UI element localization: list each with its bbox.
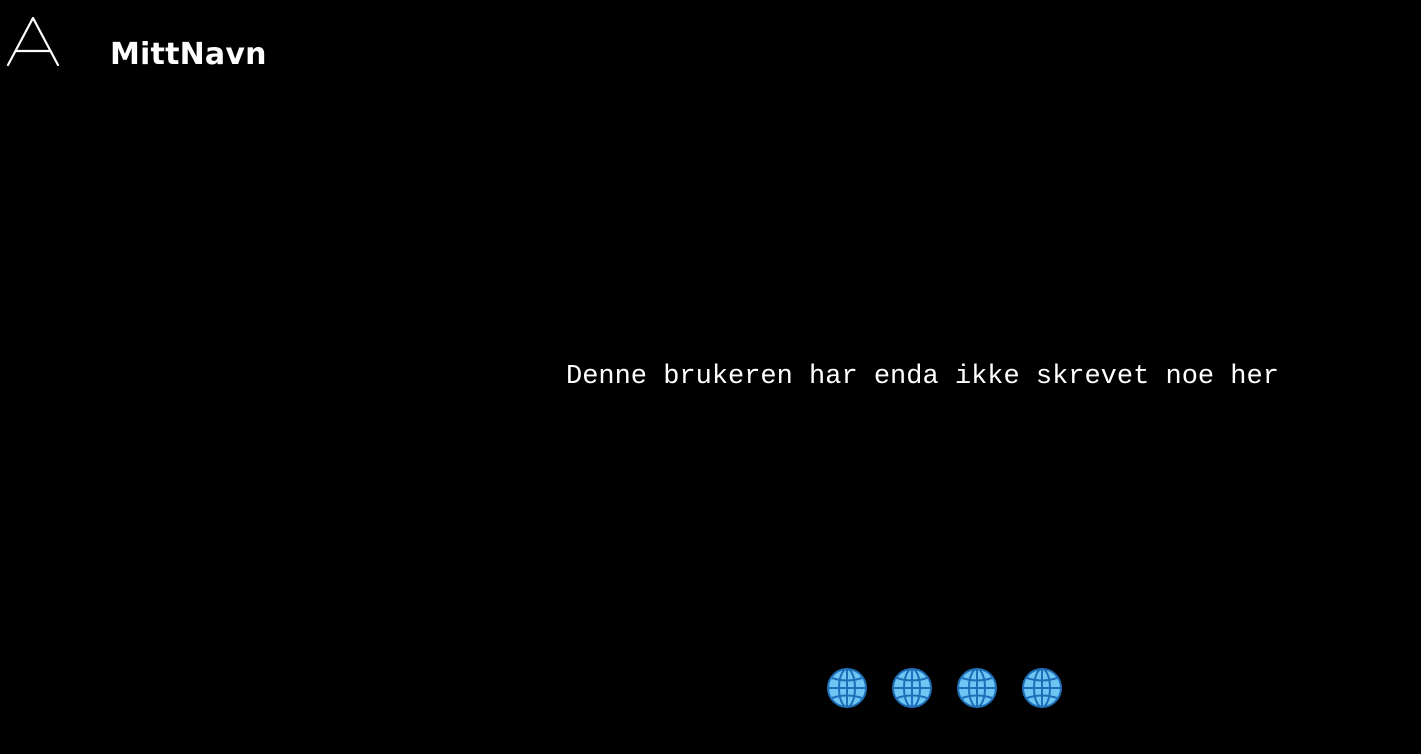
- globe-link-3[interactable]: [956, 667, 998, 709]
- globe-icon: [1022, 668, 1062, 708]
- site-name[interactable]: MittNavn: [110, 36, 267, 74]
- globe-icon: [827, 668, 867, 708]
- globe-link-1[interactable]: [826, 667, 868, 709]
- bio-text: Denne brukeren har enda ikke skrevet noe…: [566, 362, 1279, 392]
- globe-icon: [892, 668, 932, 708]
- social-links: [826, 667, 1063, 709]
- globe-link-4[interactable]: [1021, 667, 1063, 709]
- triangle-a-logo-icon[interactable]: [6, 15, 60, 67]
- profile-page: MittNavn Denne brukeren har enda ikke sk…: [0, 0, 1421, 754]
- globe-icon: [957, 668, 997, 708]
- globe-link-2[interactable]: [891, 667, 933, 709]
